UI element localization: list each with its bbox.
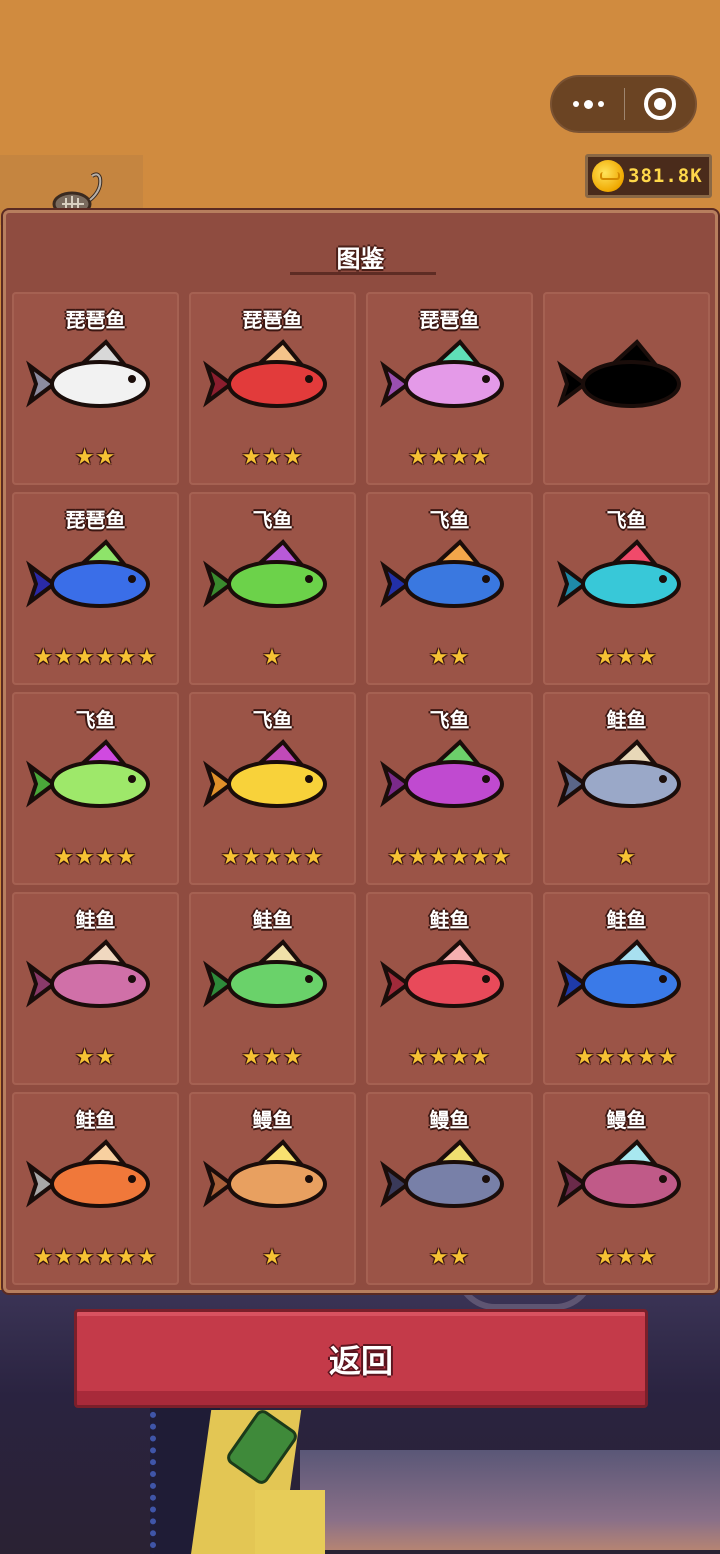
star-rating: ★★★★	[408, 1045, 491, 1070]
fish-sprite-icon	[26, 339, 150, 408]
scenery-water	[300, 1450, 720, 1550]
fish-name: 鳗鱼	[429, 1108, 470, 1132]
target-close-icon[interactable]	[625, 88, 695, 120]
star-rating: ★	[616, 845, 637, 870]
fish-name: 飞鱼	[429, 508, 470, 532]
star-rating: ★★	[428, 645, 471, 670]
fish-card[interactable]: 琵琶鱼 ★★★★★★	[12, 492, 179, 685]
star-rating: ★★★★	[54, 845, 137, 870]
fish-card[interactable]: 琵琶鱼 ★★	[12, 292, 179, 485]
fish-grid: 琵琶鱼 ★★ 琵琶鱼 ★★★ 琵琶鱼 ★★★★ 琵琶鱼 ★★★★★★ 飞鱼 ★ 飞鱼 ★★ 飞鱼 ★★★ 飞…	[12, 292, 710, 1285]
fish-name: 鲑鱼	[606, 908, 647, 932]
fish-sprite-icon	[380, 939, 504, 1008]
star-rating: ★	[262, 645, 283, 670]
fish-card[interactable]: 鲑鱼 ★★★★★★	[12, 1092, 179, 1285]
fish-card[interactable]: 鲑鱼 ★★	[12, 892, 179, 1085]
fish-card[interactable]: 鳗鱼 ★★	[366, 1092, 533, 1285]
fish-sprite-icon	[557, 1139, 681, 1208]
scenery-arch	[455, 1290, 595, 1310]
gold-coin-icon	[592, 160, 624, 192]
fish-card[interactable]: 鲑鱼 ★★★★	[366, 892, 533, 1085]
mini-program-capsule	[550, 75, 697, 133]
fish-name: 鲑鱼	[606, 708, 647, 732]
more-dots-icon[interactable]	[552, 77, 624, 131]
fish-card[interactable]: 鲑鱼 ★★★	[189, 892, 356, 1085]
star-rating: ★★★★★	[574, 1045, 679, 1070]
fish-sprite-icon	[380, 1139, 504, 1208]
fish-name: 琵琶鱼	[65, 508, 126, 532]
fish-sprite-icon	[557, 939, 681, 1008]
fish-sprite-icon	[203, 539, 327, 608]
star-rating: ★★★	[241, 1045, 304, 1070]
fish-card[interactable]: 鲑鱼 ★★★★★	[543, 892, 710, 1085]
fish-name: 飞鱼	[252, 508, 293, 532]
fish-sprite-icon	[26, 539, 150, 608]
fish-name: 飞鱼	[252, 708, 293, 732]
fish-card[interactable]: 鲑鱼 ★	[543, 692, 710, 885]
fish-card[interactable]: 飞鱼 ★★★★	[12, 692, 179, 885]
fish-card[interactable]	[543, 292, 710, 485]
coin-counter: 381.8K	[585, 154, 712, 198]
fish-sprite-icon	[380, 739, 504, 808]
star-rating: ★★	[74, 1045, 117, 1070]
fish-name: 飞鱼	[429, 708, 470, 732]
star-rating: ★★★	[595, 645, 658, 670]
fish-sprite-icon	[557, 739, 681, 808]
fish-card[interactable]: 鳗鱼 ★★★	[543, 1092, 710, 1285]
panel-title: 图鉴	[336, 245, 385, 273]
fish-sprite-icon	[203, 939, 327, 1008]
fish-sprite-icon	[203, 739, 327, 808]
fish-name: 琵琶鱼	[419, 308, 480, 332]
star-rating: ★★★	[241, 445, 304, 470]
fish-card[interactable]: 飞鱼 ★★★	[543, 492, 710, 685]
fish-card[interactable]: 鳗鱼 ★	[189, 1092, 356, 1285]
fish-sprite-icon	[26, 1139, 150, 1208]
star-rating: ★★★★★	[220, 845, 325, 870]
fish-name: 鲑鱼	[252, 908, 293, 932]
fish-card[interactable]: 飞鱼 ★★	[366, 492, 533, 685]
star-rating: ★★★★★★	[33, 1245, 158, 1270]
star-rating: ★★★	[595, 1245, 658, 1270]
fish-card[interactable]: 飞鱼 ★★★★★	[189, 692, 356, 885]
fish-name: 鲑鱼	[75, 908, 116, 932]
coin-value: 381.8K	[628, 165, 703, 187]
fish-card[interactable]: 飞鱼 ★	[189, 492, 356, 685]
title-underline	[290, 272, 436, 275]
fish-card[interactable]: 琵琶鱼 ★★★★	[366, 292, 533, 485]
star-rating: ★★	[428, 1245, 471, 1270]
fish-name: 飞鱼	[75, 708, 116, 732]
fish-card[interactable]: 飞鱼 ★★★★★★	[366, 692, 533, 885]
fish-name: 鳗鱼	[606, 1108, 647, 1132]
fish-sprite-icon	[380, 539, 504, 608]
fish-name: 琵琶鱼	[65, 308, 126, 332]
fish-name: 飞鱼	[606, 508, 647, 532]
fish-sprite-icon	[26, 939, 150, 1008]
fish-card[interactable]: 琵琶鱼 ★★★	[189, 292, 356, 485]
fish-sprite-icon	[380, 339, 504, 408]
star-rating: ★★	[74, 445, 117, 470]
scenery-sand-2	[255, 1490, 325, 1554]
back-button[interactable]: 返回	[74, 1309, 648, 1408]
locked-fish-silhouette-icon	[557, 339, 681, 408]
fish-encyclopedia-panel: 图鉴 琵琶鱼 ★★ 琵琶鱼 ★★★ 琵琶鱼 ★★★★ 琵琶鱼 ★★★★★★ 飞鱼 ★ 飞鱼 ★★ 飞鱼 ★…	[3, 210, 718, 1293]
fish-sprite-icon	[557, 539, 681, 608]
star-rating: ★★★★★★	[33, 645, 158, 670]
star-rating: ★★★★	[408, 445, 491, 470]
fish-sprite-icon	[26, 739, 150, 808]
star-rating: ★★★★★★	[387, 845, 512, 870]
fish-name: 鳗鱼	[252, 1108, 293, 1132]
fish-sprite-icon	[203, 1139, 327, 1208]
fish-name: 琵琶鱼	[242, 308, 303, 332]
fish-name: 鲑鱼	[75, 1108, 116, 1132]
star-rating: ★	[262, 1245, 283, 1270]
fish-sprite-icon	[203, 339, 327, 408]
fish-name: 鲑鱼	[429, 908, 470, 932]
